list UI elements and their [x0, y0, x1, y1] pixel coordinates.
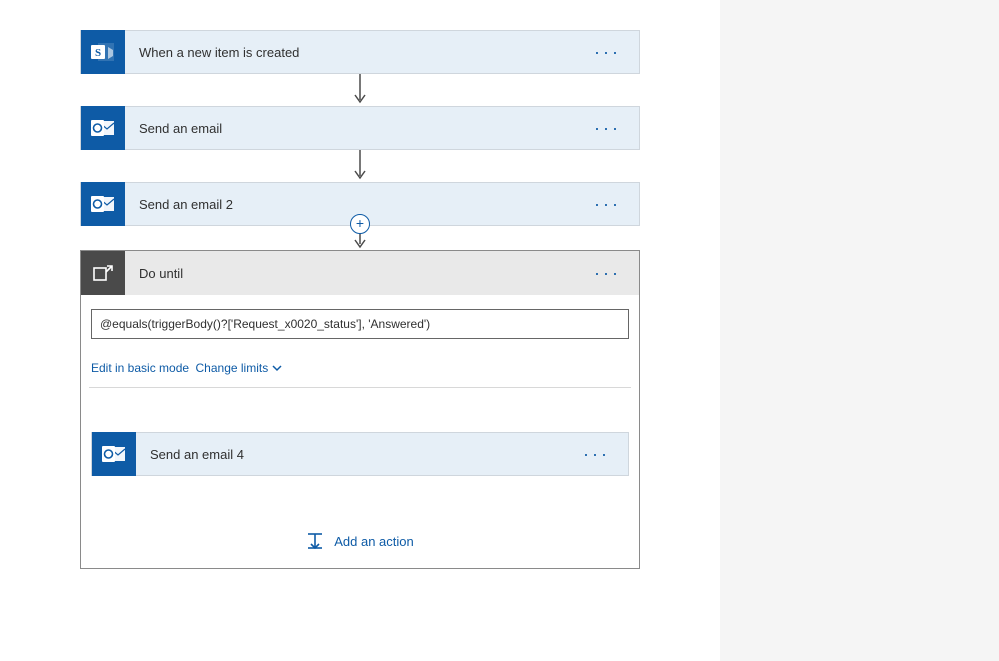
flow-canvas: S When a new item is created ··· Send an… [0, 0, 720, 661]
step-title: When a new item is created [125, 45, 576, 60]
step-menu-button[interactable]: ··· [576, 42, 639, 63]
inner-steps: Send an email 4 ··· [89, 388, 631, 476]
add-action-button[interactable]: Add an action [306, 532, 414, 550]
container-header[interactable]: Do until ··· [81, 251, 639, 295]
loop-icon [81, 251, 125, 295]
add-step-button[interactable]: + [350, 214, 370, 234]
change-limits-label: Change limits [196, 361, 269, 375]
step-menu-button[interactable]: ··· [565, 444, 628, 465]
svg-text:S: S [95, 47, 101, 59]
step-menu-button[interactable]: ··· [576, 263, 639, 284]
outlook-icon [92, 432, 136, 476]
connector-arrow-with-add: + [80, 226, 640, 250]
container-title: Do until [125, 266, 576, 281]
sharepoint-icon: S [81, 30, 125, 74]
insert-action-icon [306, 532, 324, 550]
flow-column: S When a new item is created ··· Send an… [80, 0, 640, 569]
outlook-icon [81, 182, 125, 226]
action-card-send-email[interactable]: Send an email ··· [80, 106, 640, 150]
step-title: Send an email [125, 121, 576, 136]
action-card-send-email-4[interactable]: Send an email 4 ··· [91, 432, 629, 476]
add-action-row: Add an action [89, 532, 631, 550]
connector-arrow [80, 150, 640, 182]
step-title: Send an email 2 [125, 197, 576, 212]
step-menu-button[interactable]: ··· [576, 194, 639, 215]
step-menu-button[interactable]: ··· [576, 118, 639, 139]
edit-basic-mode-link[interactable]: Edit in basic mode [91, 361, 189, 375]
step-title: Send an email 4 [136, 447, 565, 462]
trigger-card-new-item[interactable]: S When a new item is created ··· [80, 30, 640, 74]
chevron-down-icon [272, 363, 282, 373]
do-until-container: Do until ··· Edit in basic mode Change l… [80, 250, 640, 569]
outlook-icon [81, 106, 125, 150]
change-limits-toggle[interactable]: Change limits [196, 361, 283, 375]
expression-input[interactable] [91, 309, 629, 339]
container-body: Edit in basic mode Change limits [81, 295, 639, 568]
connector-arrow [80, 74, 640, 106]
add-action-label: Add an action [334, 534, 414, 549]
